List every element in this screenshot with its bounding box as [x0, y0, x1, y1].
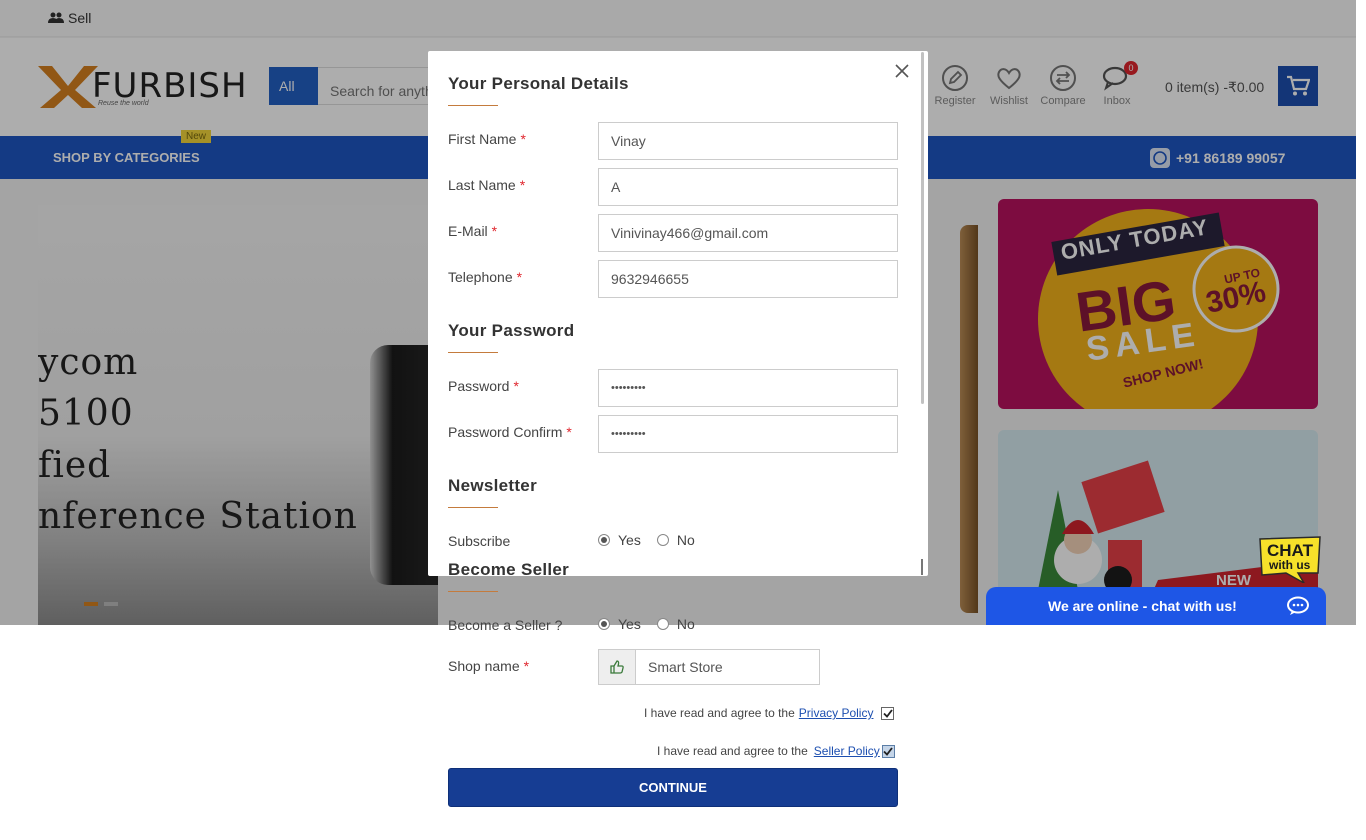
check-icon [883, 708, 893, 718]
subscribe-yes-label[interactable]: Yes [618, 532, 641, 548]
section-divider [448, 105, 498, 106]
subscribe-yes-radio[interactable] [598, 534, 610, 546]
subscribe-no-radio[interactable] [656, 534, 669, 546]
shop-name-label: Shop name * [448, 658, 530, 674]
subscribe-label: Subscribe [448, 533, 511, 549]
become-seller-label: Become a Seller ? [448, 617, 563, 633]
modal-scroll-thumb[interactable] [921, 52, 924, 404]
privacy-agreement-text: I have read and agree to the [644, 706, 795, 720]
seller-no-label[interactable]: No [677, 616, 695, 632]
close-icon [895, 64, 909, 78]
become-seller-title: Become Seller [448, 560, 570, 579]
chat-bubble-line2: with us [1269, 558, 1311, 572]
shop-name-input[interactable] [636, 649, 820, 685]
continue-button[interactable]: CONTINUE [448, 768, 898, 807]
privacy-checkbox[interactable] [881, 706, 895, 720]
first-name-label: First Name * [448, 131, 526, 147]
modal-scrollbar[interactable] [920, 52, 926, 575]
seller-yes-radio[interactable] [598, 618, 610, 630]
chat-bar-icon [1287, 596, 1309, 615]
seller-yes-label[interactable]: Yes [618, 616, 641, 632]
close-button[interactable] [894, 63, 910, 79]
telephone-label: Telephone * [448, 269, 523, 285]
privacy-agreement: I have read and agree to the Privacy Pol… [644, 706, 895, 720]
password-title: Your Password [448, 321, 575, 340]
telephone-input[interactable] [598, 260, 898, 298]
become-seller-options: Yes No [598, 616, 711, 632]
seller-agreement-text: I have read and agree to the [657, 744, 808, 758]
seller-policy-link[interactable]: Seller Policy [814, 744, 880, 758]
section-divider [448, 507, 498, 508]
last-name-input[interactable] [598, 168, 898, 206]
subscribe-no-label[interactable]: No [677, 532, 695, 548]
last-name-label: Last Name * [448, 177, 526, 193]
section-divider [448, 591, 498, 592]
email-label: E-Mail * [448, 223, 498, 239]
first-name-input[interactable] [598, 122, 898, 160]
password-input[interactable] [598, 369, 898, 407]
privacy-policy-link[interactable]: Privacy Policy [799, 706, 874, 720]
seller-no-radio[interactable] [656, 618, 669, 630]
newsletter-title: Newsletter [448, 476, 537, 495]
chat-bar-text: We are online - chat with us! [1048, 598, 1237, 614]
password-confirm-input[interactable] [598, 415, 898, 453]
seller-policy-checkbox[interactable] [881, 744, 895, 758]
shop-name-group [598, 649, 820, 685]
modal-scroll-end [921, 559, 923, 575]
register-form: Your Personal Details First Name* Last N… [428, 51, 918, 840]
section-divider [448, 352, 498, 353]
email-input[interactable] [598, 214, 898, 252]
check-icon [883, 746, 894, 756]
page: Sell FURBISH Reuse the world All Registe… [0, 0, 1366, 840]
chat-with-us-bubble[interactable]: CHAT with us [1258, 535, 1322, 586]
subscribe-options: Yes No [598, 532, 711, 548]
thumbs-up-icon [610, 660, 624, 674]
password-confirm-label: Password Confirm * [448, 424, 572, 440]
seller-agreement: I have read and agree to the Seller Poli… [657, 744, 895, 758]
chat-bar[interactable]: We are online - chat with us! [986, 587, 1326, 625]
shop-name-addon [598, 649, 636, 685]
personal-details-title: Your Personal Details [448, 74, 629, 93]
password-label: Password * [448, 378, 519, 394]
